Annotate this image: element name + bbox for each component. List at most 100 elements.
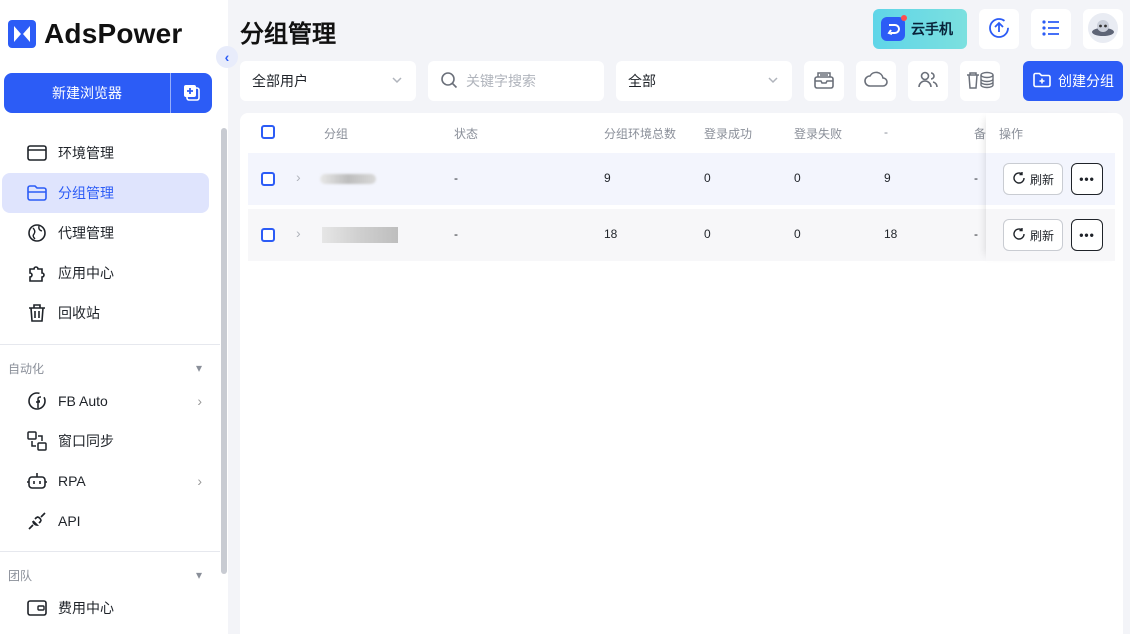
create-group-button[interactable]: 创建分组	[1023, 61, 1123, 101]
facebook-icon	[26, 390, 48, 412]
divider	[0, 344, 220, 345]
search-input[interactable]: 关键字搜索	[428, 61, 604, 101]
refresh-icon	[1012, 171, 1026, 188]
cloud-sync-button[interactable]	[856, 61, 896, 101]
refresh-button[interactable]: 刷新	[1003, 219, 1063, 251]
sidebar-item-billing[interactable]: 费用中心	[0, 588, 228, 628]
sidebar: AdsPower 新建浏览器 环境管理 分组管理 代理管理 应用中心 回收站 自…	[0, 0, 228, 634]
puzzle-icon	[26, 262, 48, 284]
more-icon: •••	[1079, 228, 1095, 242]
window-sync-icon	[26, 430, 48, 452]
sidebar-item-groups[interactable]: 分组管理	[2, 173, 209, 213]
scope-filter-value: 全部	[628, 73, 656, 89]
table-row[interactable]: › - 9 0 0 9 -	[248, 153, 1115, 205]
more-actions-button[interactable]: •••	[1071, 163, 1103, 195]
plug-icon	[26, 510, 48, 532]
sidebar-item-label: FB Auto	[58, 393, 108, 409]
sidebar-item-api[interactable]: API	[0, 501, 228, 541]
trash-icon	[26, 302, 48, 324]
column-header-group[interactable]: 分组	[324, 125, 348, 142]
list-icon	[1039, 16, 1063, 43]
cell-login-success: 0	[704, 227, 711, 241]
logo[interactable]: AdsPower	[8, 18, 183, 50]
sidebar-item-environments[interactable]: 环境管理	[0, 133, 228, 173]
sidebar-item-label: 回收站	[58, 305, 100, 321]
row-checkbox[interactable]	[261, 228, 275, 242]
caret-down-icon: ▾	[195, 568, 202, 582]
search-icon	[440, 71, 458, 92]
sidebar-item-fb-auto[interactable]: FB Auto ›	[0, 381, 228, 421]
batch-add-icon[interactable]	[171, 83, 212, 103]
users-icon	[916, 68, 940, 95]
new-browser-group: 新建浏览器	[4, 73, 212, 113]
cloud-phone-label: 云手机	[911, 21, 953, 37]
sidebar-item-label: 环境管理	[58, 145, 114, 161]
sidebar-item-app-center[interactable]: 应用中心	[0, 253, 228, 293]
column-header-login-success[interactable]: 登录成功	[704, 125, 752, 142]
column-header-login-fail[interactable]: 登录失败	[794, 125, 842, 142]
row-checkbox[interactable]	[261, 172, 275, 186]
new-browser-button[interactable]: 新建浏览器	[4, 83, 170, 103]
chevron-right-icon[interactable]: ›	[296, 225, 301, 241]
folder-icon	[26, 182, 48, 204]
user-filter-value: 全部用户	[252, 73, 308, 89]
cloud-phone-icon	[881, 15, 907, 41]
avatar-button[interactable]	[1083, 9, 1123, 49]
chevron-right-icon: ›	[197, 473, 202, 489]
globe-icon	[26, 222, 48, 244]
browser-window-icon	[26, 142, 48, 164]
sidebar-item-trash[interactable]: 回收站	[0, 293, 228, 333]
section-title: 团队	[8, 568, 33, 583]
sidebar-item-rpa[interactable]: RPA ›	[0, 461, 228, 501]
adspower-logo-icon	[8, 20, 36, 48]
cell-extra: 18	[884, 227, 898, 241]
cell-login-fail: 0	[794, 227, 801, 241]
cloud-phone-button[interactable]: 云手机	[873, 9, 967, 49]
sidebar-item-window-sync[interactable]: 窗口同步	[0, 421, 228, 461]
cell-extra: 9	[884, 171, 891, 185]
sidebar-scrollbar[interactable]	[221, 128, 227, 574]
avatar	[1087, 12, 1119, 47]
sidebar-item-label: API	[58, 513, 81, 529]
chevron-right-icon: ›	[197, 393, 202, 409]
cell-status: -	[454, 171, 458, 185]
robot-icon	[26, 470, 48, 492]
create-group-label: 创建分组	[1058, 73, 1114, 89]
members-button[interactable]	[908, 61, 948, 101]
upload-button[interactable]	[979, 9, 1019, 49]
group-name-redacted	[322, 227, 398, 243]
sidebar-item-label: 费用中心	[58, 600, 114, 616]
folder-add-icon	[1032, 70, 1052, 93]
section-automation[interactable]: 自动化 ▾	[0, 355, 228, 381]
group-name-redacted	[320, 174, 376, 184]
section-team[interactable]: 团队 ▾	[0, 562, 228, 588]
section-title: 自动化	[8, 361, 45, 376]
collapse-sidebar-button[interactable]: ‹	[216, 46, 238, 68]
select-all-checkbox[interactable]	[261, 125, 275, 139]
batch-delete-button[interactable]	[960, 61, 1000, 101]
user-filter-select[interactable]: 全部用户	[240, 61, 416, 101]
cell-total: 18	[604, 227, 618, 241]
cell-total: 9	[604, 171, 611, 185]
sidebar-item-proxies[interactable]: 代理管理	[0, 213, 228, 253]
task-list-button[interactable]	[1031, 9, 1071, 49]
chevron-right-icon[interactable]: ›	[296, 169, 301, 185]
refresh-button[interactable]: 刷新	[1003, 163, 1063, 195]
column-header-extra[interactable]: -	[884, 125, 888, 139]
trash-stack-icon	[965, 68, 995, 95]
chevron-down-icon	[390, 73, 404, 90]
sidebar-item-label: 分组管理	[58, 185, 114, 201]
column-header-note[interactable]: 备	[974, 125, 986, 142]
column-header-status[interactable]: 状态	[454, 125, 478, 142]
inbox-button[interactable]	[804, 61, 844, 101]
column-header-total[interactable]: 分组环境总数	[604, 125, 676, 142]
scope-filter-select[interactable]: 全部	[616, 61, 792, 101]
table-row[interactable]: › - 18 0 0 18 -	[248, 209, 1115, 261]
sidebar-item-label: 代理管理	[58, 225, 114, 241]
chevron-down-icon	[766, 73, 780, 90]
cell-status: -	[454, 227, 458, 241]
sidebar-item-label: 应用中心	[58, 265, 114, 281]
more-actions-button[interactable]: •••	[1071, 219, 1103, 251]
page-title: 分组管理	[240, 21, 336, 48]
refresh-label: 刷新	[1029, 172, 1054, 187]
